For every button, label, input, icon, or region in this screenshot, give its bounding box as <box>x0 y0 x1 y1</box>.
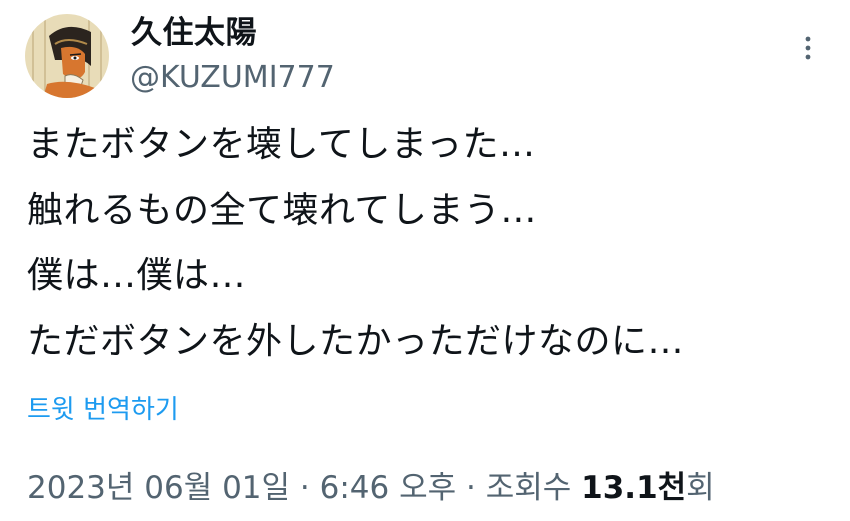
views-suffix: 회 <box>686 470 715 506</box>
tweet-date[interactable]: 2023년 06월 01일 <box>27 470 290 506</box>
meta-separator: · <box>299 470 310 506</box>
avatar-image <box>25 14 109 98</box>
author-display-name[interactable]: 久住太陽 <box>131 12 257 54</box>
more-vertical-icon <box>805 36 811 60</box>
meta-separator: · <box>466 470 476 506</box>
tweet-card: 久住太陽 @KUZUMI777 またボタンを壊してしまった… 触れるもの全て壊れ… <box>0 0 850 521</box>
tweet-time[interactable]: 6:46 오후 <box>320 470 457 506</box>
views-label: 조회수 <box>485 470 572 506</box>
tweet-line: 僕は…僕は… <box>27 255 247 296</box>
tweet-line: 触れるもの全て壊れてしまう… <box>27 189 537 231</box>
user-avatar[interactable] <box>25 14 109 98</box>
views-count[interactable]: 13.1천 <box>581 470 686 506</box>
author-handle[interactable]: @KUZUMI777 <box>130 57 335 99</box>
tweet-text: またボタンを壊してしまった… 触れるもの全て壊れてしまう… 僕は…僕は… ただボ… <box>27 112 827 374</box>
translate-tweet-link[interactable]: 트윗 번역하기 <box>27 390 179 430</box>
tweet-line: またボタンを壊してしまった… <box>27 124 536 165</box>
more-options-button[interactable] <box>793 32 823 66</box>
tweet-line: ただボタンを外したかっただけなのに… <box>27 320 685 362</box>
tweet-metadata: 2023년 06월 01일 · 6:46 오후 · 조회수 13.1천회 <box>27 466 715 510</box>
